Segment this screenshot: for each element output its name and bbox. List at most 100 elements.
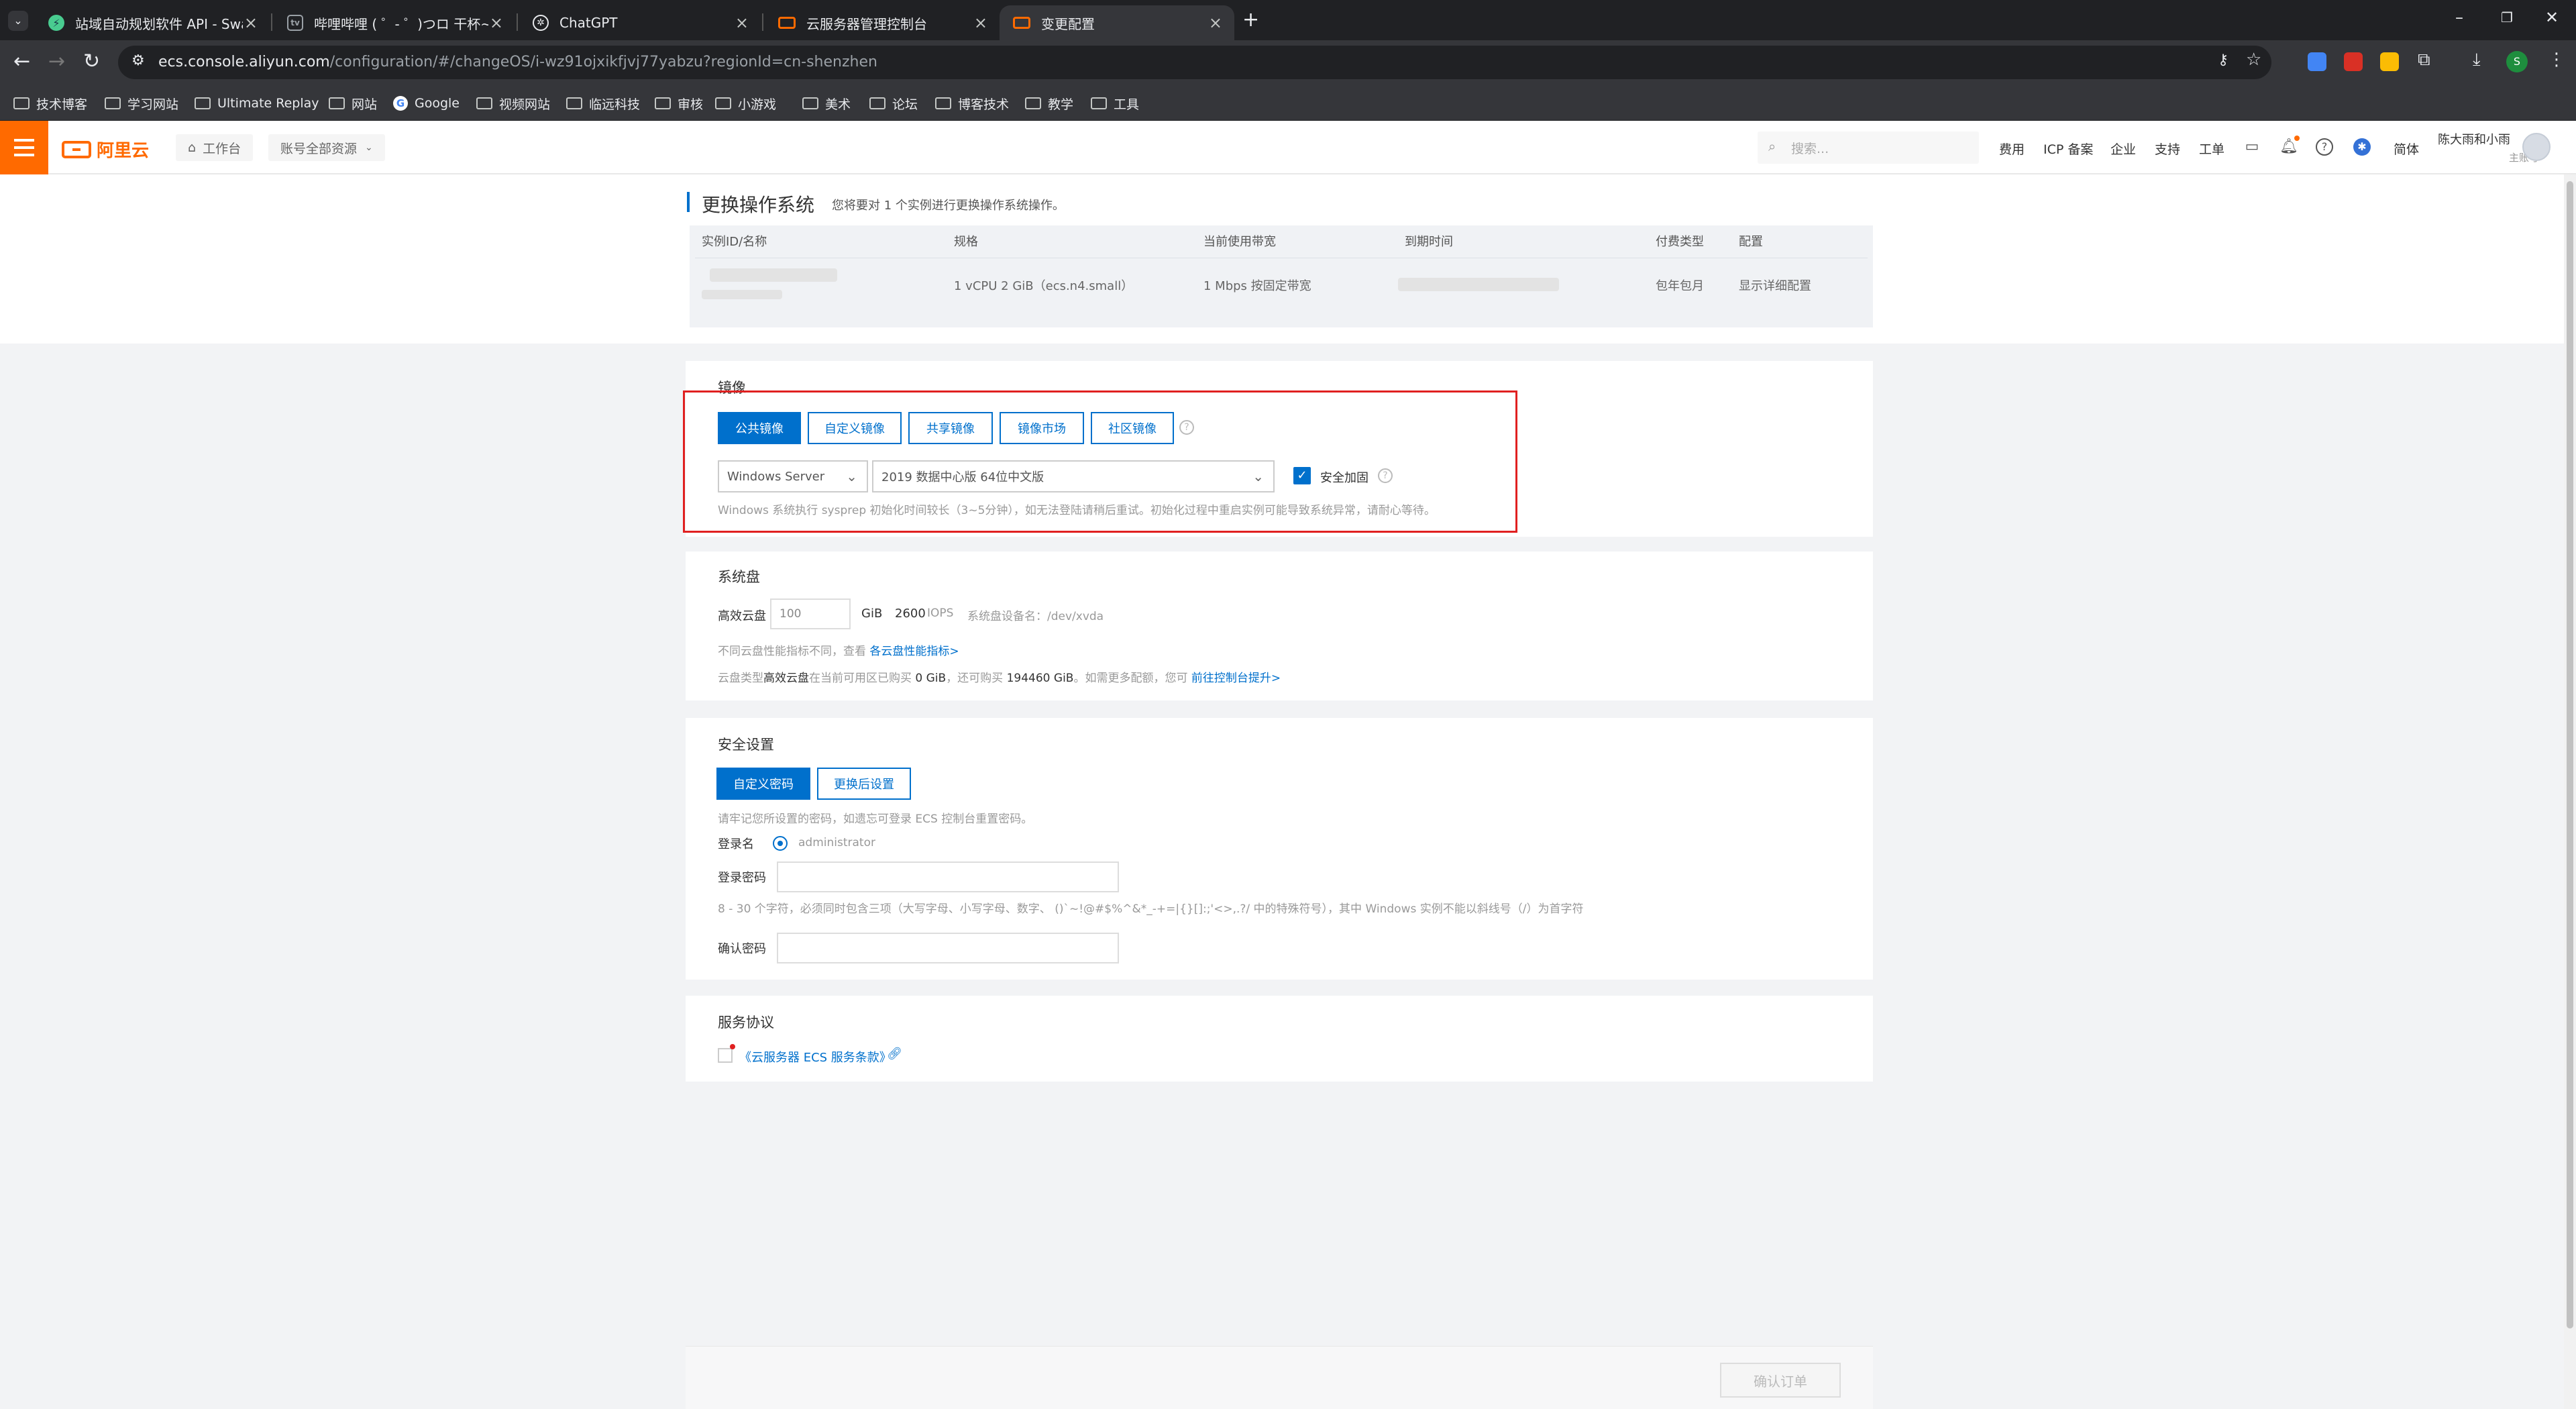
bookmark-google[interactable]: G Google [393, 94, 460, 113]
accessibility-icon[interactable]: ✱ [2353, 138, 2371, 156]
help-icon[interactable]: ? [2316, 138, 2333, 156]
restore-icon[interactable]: ❐ [2501, 9, 2513, 25]
aliyun-logo-mark [62, 140, 91, 158]
bookmark-folder[interactable]: 技术博客 [13, 94, 87, 113]
table-header-pay-type: 付费类型 [1656, 235, 1704, 249]
avatar[interactable] [2522, 133, 2551, 161]
bookmark-folder[interactable]: 博客技术 [935, 94, 1009, 113]
folder-icon [802, 97, 818, 109]
bookmark-folder[interactable]: 教学 [1025, 94, 1073, 113]
home-icon: ⌂ [188, 140, 197, 155]
bookmark-folder[interactable]: 论坛 [869, 94, 918, 113]
login-name-radio[interactable] [773, 836, 788, 851]
iops-value: 2600 [895, 607, 926, 621]
bookmark-folder[interactable]: 工具 [1091, 94, 1139, 113]
aliyun-logo[interactable]: 阿里云 [62, 137, 149, 162]
folder-icon [715, 97, 731, 109]
tab-custom-password[interactable]: 自定义密码 [716, 768, 810, 800]
swagger-icon: ⚡ [48, 15, 64, 31]
site-info-icon[interactable]: ⚙ [131, 52, 145, 69]
nav-enterprise[interactable]: 企业 [2110, 140, 2136, 158]
browser-tab-chatgpt[interactable]: ✲ ChatGPT × [519, 5, 761, 40]
new-tab-button[interactable]: + [1242, 8, 1259, 32]
close-icon[interactable]: × [735, 13, 749, 32]
confirm-order-button[interactable]: 确认订单 [1720, 1363, 1841, 1398]
quota-text: 云盘类型高效云盘在当前可用区已购买 0 GiB，还可购买 194460 GiB。… [718, 672, 1281, 685]
tab-separator [271, 13, 272, 31]
disk-section-title: 系统盘 [718, 569, 760, 585]
profile-avatar[interactable]: S [2506, 51, 2528, 72]
bookmark-folder[interactable]: 小游戏 [715, 94, 776, 113]
translate-extension-icon[interactable] [2308, 52, 2326, 71]
browser-tab-swagger[interactable]: ⚡ 站域自动规划软件 API - Swagg × [35, 5, 270, 40]
tools-extension-icon[interactable] [2380, 52, 2399, 71]
bookmark-folder[interactable]: 审核 [655, 94, 703, 113]
system-disk-card: 系统盘 高效云盘 100 GiB 2600 IOPS 系统盘设备名：/dev/x… [686, 552, 1873, 700]
download-icon[interactable]: ⤓ [2473, 50, 2481, 70]
chevron-down-icon: ⌄ [365, 142, 373, 153]
menu-hamburger-icon[interactable] [0, 121, 48, 174]
tab-set-later[interactable]: 更换后设置 [817, 768, 911, 800]
required-dot [730, 1044, 735, 1049]
external-link-icon[interactable]: 🔗︎ [887, 1047, 902, 1061]
ecs-terms-link[interactable]: 《云服务器 ECS 服务条款》 [739, 1048, 892, 1065]
nav-icp[interactable]: ICP 备案 [2043, 140, 2093, 158]
table-header-config: 配置 [1739, 235, 1763, 249]
close-icon[interactable]: × [244, 13, 258, 32]
address-bar[interactable]: ⚙ ecs.console.aliyun.com/configuration/#… [118, 46, 2271, 79]
cloud-shell-icon[interactable]: ▭ [2243, 138, 2261, 156]
console-header: 阿里云 ⌂ 工作台 账号全部资源 ⌄ ⌕ 搜索... 费用 ICP 备案 企业 支持 … [0, 121, 2576, 174]
perf-link[interactable]: 各云盘性能指标> [869, 645, 959, 658]
aliyun-icon [1013, 17, 1030, 29]
bookmark-folder[interactable]: 网站 [329, 94, 377, 113]
window-close-icon[interactable]: ✕ [2545, 8, 2559, 27]
nav-billing[interactable]: 费用 [1999, 140, 2025, 158]
resource-scope-dropdown[interactable]: 账号全部资源 ⌄ [268, 134, 385, 161]
browser-tab-change-config[interactable]: 变更配置 × [1000, 5, 1234, 40]
bookmark-folder[interactable]: 学习网站 [105, 94, 178, 113]
video-extension-icon[interactable] [2344, 52, 2363, 71]
tab-separator [517, 13, 518, 31]
security-settings-card: 安全设置 自定义密码 更换后设置 请牢记您所设置的密码，如遗忘可登录 ECS 控… [686, 718, 1873, 980]
aliyun-icon [778, 17, 796, 29]
password-input[interactable] [777, 862, 1119, 892]
bookmark-folder[interactable]: Ultimate Replay [195, 94, 319, 113]
folder-icon [1091, 97, 1107, 109]
bookmark-folder[interactable]: 临远科技 [566, 94, 640, 113]
scrollbar-thumb[interactable] [2567, 181, 2573, 1328]
close-icon[interactable]: × [490, 13, 503, 32]
bookmark-star-icon[interactable]: ☆ [2246, 50, 2261, 70]
disk-size-input[interactable]: 100 [770, 598, 851, 629]
iops-unit: IOPS [927, 607, 954, 620]
browser-menu-icon[interactable]: ⋮ [2548, 50, 2565, 70]
nav-support[interactable]: 支持 [2155, 140, 2180, 158]
reload-icon[interactable]: ↻ [83, 50, 100, 74]
agreement-card: 服务协议 《云服务器 ECS 服务条款》 🔗︎ [686, 996, 1873, 1082]
folder-icon [329, 97, 345, 109]
bookmark-folder[interactable]: 视频网站 [476, 94, 550, 113]
minimize-icon[interactable]: – [2455, 8, 2463, 27]
browser-tab-ecs-console[interactable]: 云服务器管理控制台 × [765, 5, 1000, 40]
confirm-password-input[interactable] [777, 933, 1119, 963]
language-switch[interactable]: 简体 [2394, 140, 2419, 158]
password-key-icon[interactable]: ⚷ [2218, 52, 2229, 68]
quota-increase-link[interactable]: 前往控制台提升> [1191, 672, 1281, 685]
notification-bell-icon[interactable]: 🔔︎ [2279, 138, 2298, 156]
user-name[interactable]: 陈大雨和小雨 [2438, 130, 2510, 148]
console-search-input[interactable]: ⌕ 搜索... [1758, 132, 1979, 164]
extensions-puzzle-icon[interactable]: ⧉ [2418, 50, 2430, 70]
browser-tab-bilibili[interactable]: tv 哔哩哔哩 ( ゜- ゜)つロ 干杯~-bi × [274, 5, 515, 40]
bookmark-folder[interactable]: 美术 [802, 94, 851, 113]
close-icon[interactable]: × [1209, 13, 1222, 32]
close-icon[interactable]: × [974, 13, 987, 32]
agreement-checkbox[interactable] [718, 1048, 733, 1063]
forward-icon[interactable]: → [48, 50, 65, 74]
show-config-link[interactable]: 显示详细配置 [1739, 276, 1811, 294]
page-subtitle: 您将要对 1 个实例进行更换操作系统操作。 [832, 199, 1065, 213]
back-icon[interactable]: ← [13, 50, 30, 74]
workbench-button[interactable]: ⌂ 工作台 [176, 134, 254, 161]
tab-search-icon[interactable]: ⌄ [8, 11, 28, 31]
password-tip: 请牢记您所设置的密码，如遗忘可登录 ECS 控制台重置密码。 [718, 813, 1033, 826]
nav-ticket[interactable]: 工单 [2199, 140, 2224, 158]
tab-separator [762, 13, 763, 31]
